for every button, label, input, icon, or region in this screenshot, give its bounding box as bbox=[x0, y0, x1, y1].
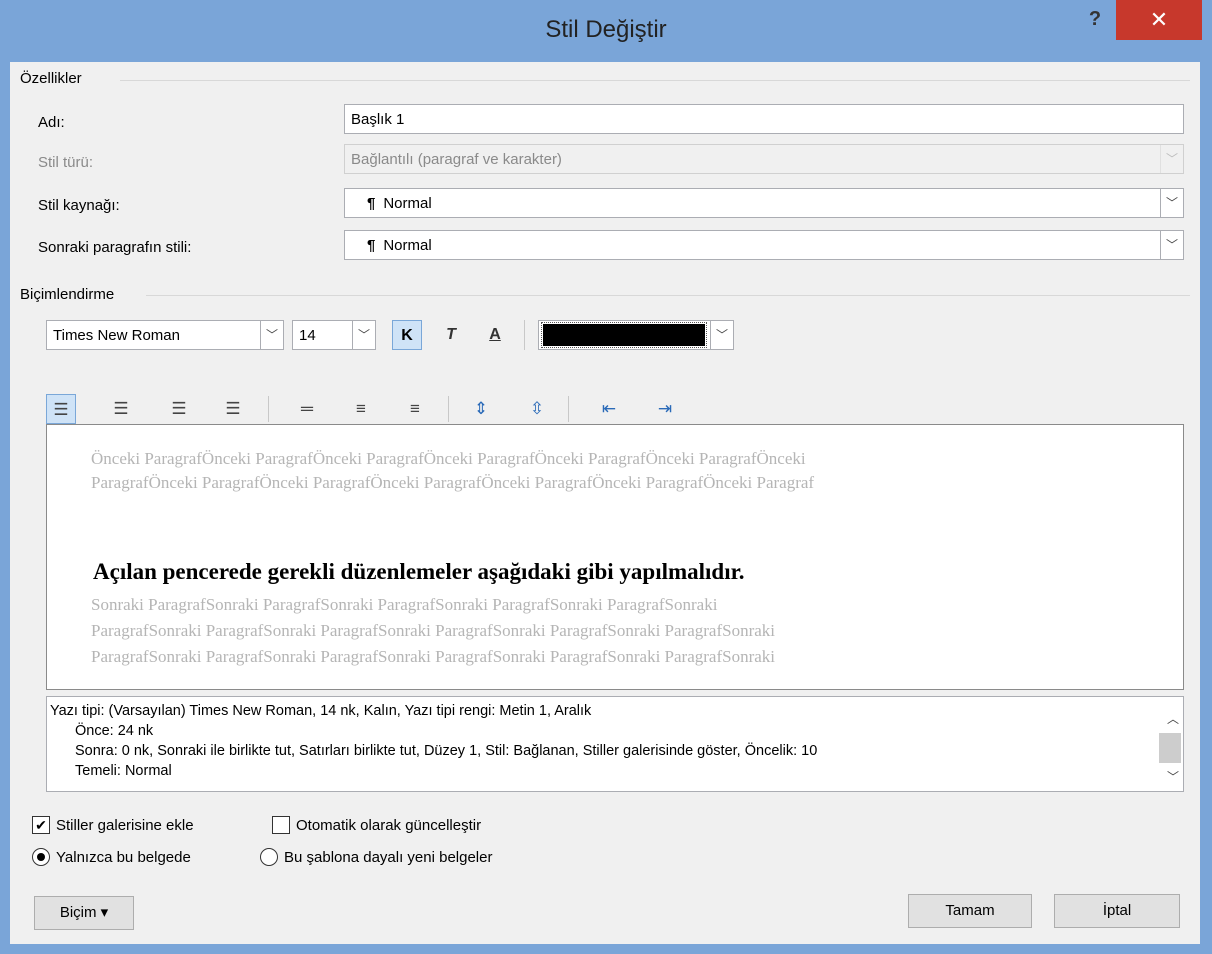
style-type-label: Stil türü: bbox=[38, 154, 94, 171]
radio-dot bbox=[37, 853, 45, 861]
dialog-title: Stil Değiştir bbox=[545, 16, 667, 43]
bold-button[interactable]: K bbox=[392, 320, 422, 350]
pilcrow-icon: ¶ bbox=[367, 237, 376, 254]
add-to-gallery-checkbox[interactable]: ✔ bbox=[32, 816, 50, 834]
properties-divider bbox=[120, 80, 1190, 81]
next-paragraph-line: Sonraki ParagrafSonraki ParagrafSonraki … bbox=[91, 595, 718, 614]
toolbar-separator bbox=[268, 396, 269, 422]
preview-heading: Açılan pencerede gerekli düzenlemeler aş… bbox=[93, 559, 745, 584]
style-description: Yazı tipi: (Varsayılan) Times New Roman,… bbox=[46, 696, 1184, 792]
cancel-button[interactable]: İptal bbox=[1054, 894, 1180, 928]
properties-group-label: Özellikler bbox=[20, 70, 82, 87]
style-preview: Önceki ParagrafÖnceki ParagrafÖnceki Par… bbox=[46, 424, 1184, 690]
chevron-down-icon: ﹀ bbox=[1160, 145, 1183, 173]
chevron-down-icon[interactable]: ﹀ bbox=[1160, 231, 1183, 259]
dialog-body: Özellikler Adı: Stil türü: Bağlantılı (p… bbox=[10, 62, 1200, 944]
help-button[interactable]: ? bbox=[1084, 8, 1106, 38]
chevron-down-icon[interactable]: ﹀ bbox=[352, 321, 375, 349]
description-line: Sonra: 0 nk, Sonraki ile birlikte tut, S… bbox=[75, 743, 818, 759]
chevron-down-icon[interactable]: ﹀ bbox=[710, 321, 733, 349]
only-this-document-label: Yalnızca bu belgede bbox=[56, 849, 191, 866]
pilcrow-icon: ¶ bbox=[367, 195, 376, 212]
toolbar-separator bbox=[524, 320, 525, 350]
style-base-value: Normal bbox=[383, 195, 432, 212]
decrease-indent-icon[interactable]: ⇤ bbox=[594, 394, 624, 424]
single-spacing-button[interactable]: ═ bbox=[292, 394, 322, 424]
toolbar-separator bbox=[568, 396, 569, 422]
align-left-button[interactable]: ☰ bbox=[46, 394, 76, 424]
next-paragraph-line: ParagrafSonraki ParagrafSonraki Paragraf… bbox=[91, 621, 776, 640]
new-documents-radio[interactable] bbox=[260, 848, 278, 866]
toolbar-separator bbox=[448, 396, 449, 422]
style-base-label: Stil kaynağı: bbox=[38, 197, 120, 214]
ok-button[interactable]: Tamam bbox=[908, 894, 1032, 928]
next-style-label: Sonraki paragrafın stili: bbox=[38, 239, 192, 256]
add-to-gallery-label: Stiller galerisine ekle bbox=[56, 817, 194, 834]
next-style-select[interactable]: ¶ Normal ﹀ bbox=[344, 230, 1184, 260]
scroll-down-icon[interactable]: ﹀ bbox=[1167, 767, 1179, 787]
font-size-value: 14 bbox=[299, 327, 316, 344]
scrollbar-thumb[interactable] bbox=[1159, 733, 1181, 763]
decrease-spacing-before-icon[interactable]: ⇳ bbox=[522, 394, 552, 424]
close-button[interactable]: ✕ bbox=[1116, 0, 1202, 40]
align-center-button[interactable]: ☰ bbox=[106, 394, 136, 424]
description-line: Önce: 24 nk bbox=[75, 723, 154, 739]
formatting-group-label: Biçimlendirme bbox=[20, 286, 115, 303]
description-line: Yazı tipi: (Varsayılan) Times New Roman,… bbox=[50, 703, 592, 719]
format-button[interactable]: Biçim ▾ bbox=[34, 896, 134, 930]
increase-spacing-before-icon[interactable]: ⇕ bbox=[466, 394, 496, 424]
description-line: Temeli: Normal bbox=[75, 763, 172, 779]
font-value: Times New Roman bbox=[53, 327, 180, 344]
justify-button[interactable]: ☰ bbox=[218, 394, 248, 424]
italic-button[interactable]: T bbox=[436, 320, 466, 350]
style-type-select: Bağlantılı (paragraf ve karakter) ﹀ bbox=[344, 144, 1184, 174]
name-label: Adı: bbox=[38, 114, 65, 131]
double-spacing-button[interactable]: ≡ bbox=[400, 394, 430, 424]
font-size-select[interactable]: 14 ﹀ bbox=[292, 320, 376, 350]
next-style-value: Normal bbox=[383, 237, 432, 254]
increase-indent-icon[interactable]: ⇥ bbox=[650, 394, 680, 424]
new-documents-label: Bu şablona dayalı yeni belgeler bbox=[284, 849, 493, 866]
style-type-value: Bağlantılı (paragraf ve karakter) bbox=[351, 151, 562, 168]
formatting-divider bbox=[146, 295, 1190, 296]
chevron-down-icon[interactable]: ﹀ bbox=[260, 321, 283, 349]
title-bar: Stil Değiştir ? ✕ bbox=[0, 0, 1212, 62]
chevron-down-icon[interactable]: ﹀ bbox=[1160, 189, 1183, 217]
font-color-select[interactable]: ﹀ bbox=[538, 320, 734, 350]
name-input[interactable] bbox=[344, 104, 1184, 134]
one-half-spacing-button[interactable]: ≡ bbox=[346, 394, 376, 424]
style-dialog: Stil Değiştir ? ✕ Özellikler Adı: Stil t… bbox=[0, 0, 1212, 954]
auto-update-label: Otomatik olarak güncelleştir bbox=[296, 817, 482, 834]
underline-button[interactable]: A bbox=[480, 320, 510, 350]
previous-paragraph-line: Önceki ParagrafÖnceki ParagrafÖnceki Par… bbox=[91, 449, 806, 468]
style-base-select[interactable]: ¶ Normal ﹀ bbox=[344, 188, 1184, 218]
previous-paragraph-line: ParagrafÖnceki ParagrafÖnceki ParagrafÖn… bbox=[91, 473, 815, 492]
font-select[interactable]: Times New Roman ﹀ bbox=[46, 320, 284, 350]
auto-update-checkbox[interactable] bbox=[272, 816, 290, 834]
only-this-document-radio[interactable] bbox=[32, 848, 50, 866]
font-color-swatch bbox=[541, 322, 707, 348]
scroll-up-icon[interactable]: ︿ bbox=[1167, 709, 1179, 729]
next-paragraph-line: ParagrafSonraki ParagrafSonraki Paragraf… bbox=[91, 647, 776, 666]
align-right-button[interactable]: ☰ bbox=[164, 394, 194, 424]
